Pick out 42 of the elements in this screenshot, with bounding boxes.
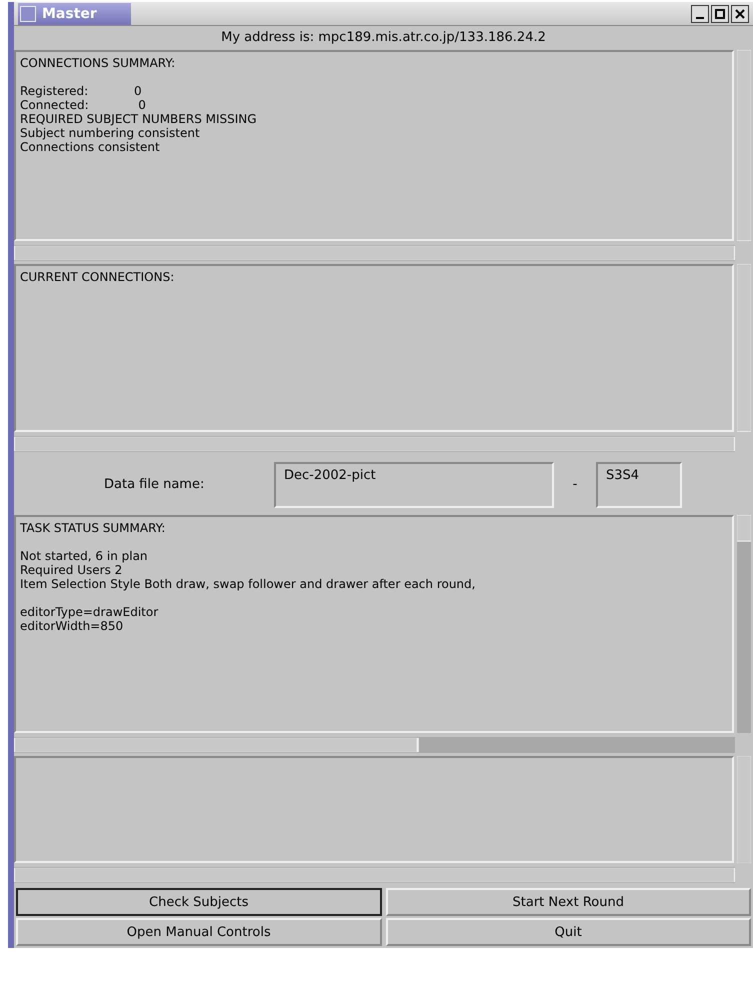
text-area[interactable]: TASK STATUS SUMMARY: Not started, 6 in plan Required Users 2 Item Selection Style Both draw, swap follower and drawer after each round, editorType=drawEditor editorWidth=850 <box>14 514 734 733</box>
text-line: Subject numbering consistent <box>20 126 201 140</box>
text-line: CONNECTIONS SUMMARY: <box>20 56 176 70</box>
suffix-field[interactable]: S3S4 <box>596 462 682 508</box>
vertical-scrollbar[interactable] <box>737 756 751 863</box>
window-menu-icon[interactable] <box>20 6 36 22</box>
close-button[interactable] <box>731 4 749 23</box>
text-area[interactable]: CONNECTIONS SUMMARY: Registered: 0 Connected: 0 REQUIRED SUBJECT NUMBERS MISSING Subject numbering consistent Connections consistent <box>14 50 734 242</box>
action-button[interactable]: Start Next Round <box>386 888 751 916</box>
action-button[interactable]: Check Subjects <box>16 888 382 916</box>
text-line: TASK STATUS SUMMARY: <box>20 520 166 535</box>
separator-text: - <box>572 477 578 492</box>
action-button[interactable]: Open Manual Controls <box>16 918 382 946</box>
text-area[interactable]: CURRENT CONNECTIONS: <box>14 264 734 432</box>
maximize-icon <box>715 8 725 19</box>
action-button[interactable]: Quit <box>386 918 751 946</box>
address-text: My address is: mpc189.mis.atr.co.jp/133.186.24.2 <box>220 29 547 48</box>
minimize-icon <box>696 16 704 19</box>
text-line: Not started, 6 in plan <box>20 548 149 563</box>
close-icon <box>735 8 745 19</box>
window-title: Master <box>42 6 97 22</box>
text-line: editorWidth=850 <box>20 618 124 633</box>
text-line: CURRENT CONNECTIONS: <box>20 270 176 284</box>
horizontal-scrollbar[interactable] <box>14 867 735 883</box>
horizontal-scrollbar[interactable] <box>14 436 735 452</box>
file-name-field[interactable]: Dec-2002-pict <box>274 462 554 508</box>
vertical-scrollbar[interactable] <box>737 514 751 733</box>
minimize-button[interactable] <box>691 4 709 23</box>
text-line: Item Selection Style Both draw, swap follower and drawer after each round, <box>20 576 476 591</box>
horizontal-scrollbar[interactable] <box>14 736 735 753</box>
text-line: editorType=drawEditor <box>20 604 160 619</box>
maximize-button[interactable] <box>711 4 729 23</box>
text-area[interactable] <box>14 756 734 863</box>
text-line: Connections consistent <box>20 140 161 154</box>
horizontal-scrollbar[interactable] <box>14 245 735 262</box>
field-label: Data file name: <box>104 477 206 492</box>
text-line: Required Users 2 <box>20 562 124 577</box>
vertical-scrollbar[interactable] <box>737 50 751 242</box>
vertical-scrollbar[interactable] <box>737 264 751 432</box>
text-line: Registered: 0 <box>20 84 143 98</box>
text-line: REQUIRED SUBJECT NUMBERS MISSING <box>20 112 258 126</box>
text-line: Connected: 0 <box>20 98 147 112</box>
